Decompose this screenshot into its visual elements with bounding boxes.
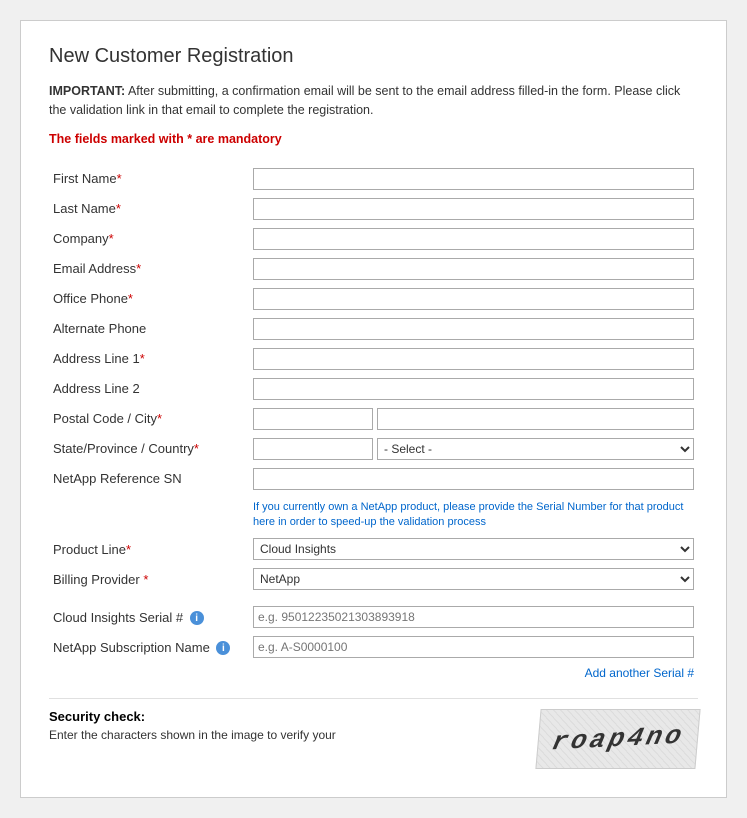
first-name-label: First Name* [49, 164, 249, 194]
registration-form-table: First Name* Last Name* Company* [49, 164, 698, 685]
cloud-insights-serial-label: Cloud Insights Serial # i [49, 602, 249, 632]
captcha-image: roap4no [535, 709, 700, 769]
cloud-insights-info-icon[interactable]: i [190, 611, 204, 625]
state-country-row: State/Province / Country* - Select - [49, 434, 698, 464]
security-section: Security check: Enter the characters sho… [49, 698, 698, 769]
netapp-ref-note: If you currently own a NetApp product, p… [253, 500, 694, 531]
first-name-row: First Name* [49, 164, 698, 194]
address2-label: Address Line 2 [49, 374, 249, 404]
last-name-input[interactable] [253, 198, 694, 220]
cloud-insights-serial-row: Cloud Insights Serial # i [49, 602, 698, 632]
security-description: Enter the characters shown in the image … [49, 728, 526, 742]
product-line-label: Product Line* [49, 534, 249, 564]
security-title: Security check: [49, 709, 526, 724]
email-label: Email Address* [49, 254, 249, 284]
add-serial-row: Add another Serial # [49, 662, 698, 684]
office-phone-label: Office Phone* [49, 284, 249, 314]
first-name-cell [249, 164, 698, 194]
postal-code-input[interactable] [253, 408, 373, 430]
mandatory-note2: are mandatory [192, 132, 282, 146]
company-cell [249, 224, 698, 254]
postal-city-label: Postal Code / City* [49, 404, 249, 434]
state-province-input[interactable] [253, 438, 373, 460]
netapp-ref-label: NetApp Reference SN [49, 464, 249, 494]
office-phone-cell [249, 284, 698, 314]
netapp-ref-cell [249, 464, 698, 494]
important-note: IMPORTANT: After submitting, a confirmat… [49, 82, 698, 120]
country-select[interactable]: - Select - [377, 438, 694, 460]
address2-row: Address Line 2 [49, 374, 698, 404]
netapp-subscription-label: NetApp Subscription Name i [49, 632, 249, 662]
page-title: New Customer Registration [49, 45, 698, 68]
add-serial-link[interactable]: Add another Serial # [585, 666, 694, 680]
billing-provider-row: Billing Provider * NetApp [49, 564, 698, 594]
email-input[interactable] [253, 258, 694, 280]
spacer-row [49, 594, 698, 602]
mandatory-note-text: The fields marked with [49, 132, 187, 146]
address2-cell [249, 374, 698, 404]
alternate-phone-input[interactable] [253, 318, 694, 340]
netapp-ref-row: NetApp Reference SN [49, 464, 698, 494]
city-input[interactable] [377, 408, 694, 430]
netapp-subscription-info-icon[interactable]: i [216, 641, 230, 655]
billing-provider-cell: NetApp [249, 564, 698, 594]
billing-provider-select[interactable]: NetApp [253, 568, 694, 590]
product-line-cell: Cloud Insights [249, 534, 698, 564]
netapp-subscription-row: NetApp Subscription Name i [49, 632, 698, 662]
add-serial-cell: Add another Serial # [249, 662, 698, 684]
office-phone-input[interactable] [253, 288, 694, 310]
postal-city-row: Postal Code / City* [49, 404, 698, 434]
cloud-insights-serial-input[interactable] [253, 606, 694, 628]
last-name-label: Last Name* [49, 194, 249, 224]
important-label: IMPORTANT: [49, 84, 125, 98]
product-line-select[interactable]: Cloud Insights [253, 538, 694, 560]
first-name-input[interactable] [253, 168, 694, 190]
email-cell [249, 254, 698, 284]
captcha-text-area: Security check: Enter the characters sho… [49, 709, 526, 742]
netapp-ref-note-row: If you currently own a NetApp product, p… [49, 494, 698, 535]
address1-row: Address Line 1* [49, 344, 698, 374]
captcha-text: roap4no [549, 721, 688, 758]
netapp-subscription-cell [249, 632, 698, 662]
address1-cell [249, 344, 698, 374]
important-text: After submitting, a confirmation email w… [49, 84, 680, 117]
address1-label: Address Line 1* [49, 344, 249, 374]
address1-input[interactable] [253, 348, 694, 370]
product-line-row: Product Line* Cloud Insights [49, 534, 698, 564]
cloud-insights-serial-cell [249, 602, 698, 632]
captcha-area: Security check: Enter the characters sho… [49, 709, 698, 769]
company-label: Company* [49, 224, 249, 254]
postal-city-cell [249, 404, 698, 434]
alternate-phone-row: Alternate Phone [49, 314, 698, 344]
netapp-ref-input[interactable] [253, 468, 694, 490]
billing-provider-label: Billing Provider * [49, 564, 249, 594]
email-row: Email Address* [49, 254, 698, 284]
state-country-cell: - Select - [249, 434, 698, 464]
registration-form-container: New Customer Registration IMPORTANT: Aft… [20, 20, 727, 798]
company-input[interactable] [253, 228, 694, 250]
state-country-label: State/Province / Country* [49, 434, 249, 464]
last-name-cell [249, 194, 698, 224]
mandatory-note: The fields marked with * are mandatory [49, 132, 698, 146]
netapp-subscription-input[interactable] [253, 636, 694, 658]
office-phone-row: Office Phone* [49, 284, 698, 314]
last-name-row: Last Name* [49, 194, 698, 224]
company-row: Company* [49, 224, 698, 254]
alternate-phone-cell [249, 314, 698, 344]
alternate-phone-label: Alternate Phone [49, 314, 249, 344]
address2-input[interactable] [253, 378, 694, 400]
